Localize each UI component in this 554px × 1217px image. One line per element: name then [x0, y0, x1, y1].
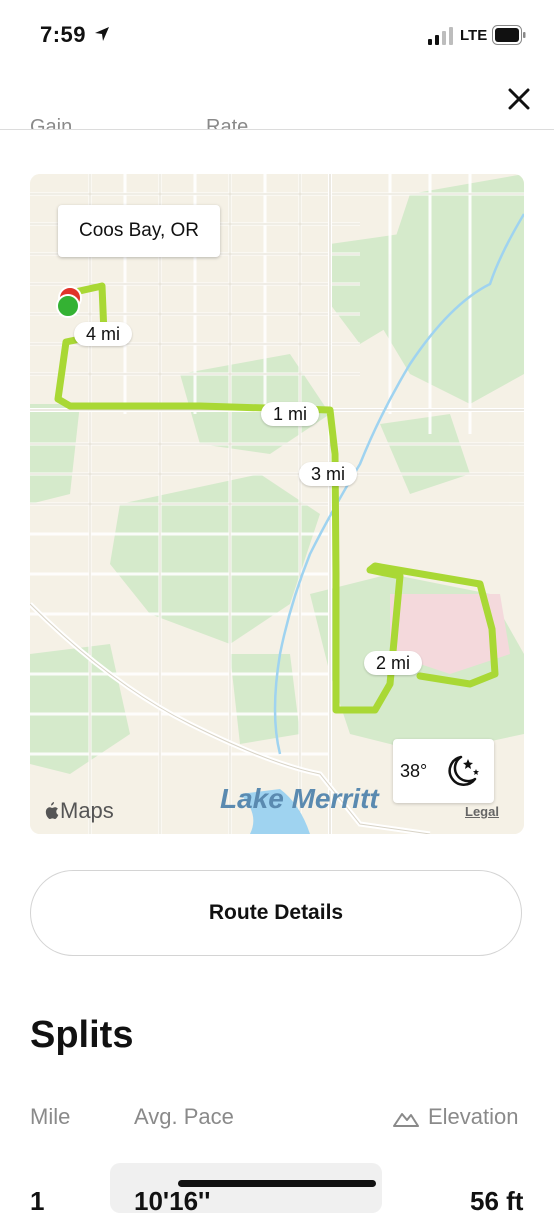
apple-maps-logo: Maps	[44, 798, 114, 824]
location-callout[interactable]: Coos Bay, OR	[58, 205, 220, 257]
clipped-stat-labels: Gain Rate	[30, 112, 430, 129]
split-row-pace: 10'16''	[134, 1186, 211, 1216]
split-row-mile: 1	[30, 1186, 45, 1216]
map-background	[30, 174, 524, 834]
home-indicator[interactable]	[178, 1180, 376, 1187]
weather-badge: 38°	[393, 739, 494, 803]
maps-logo-text: Maps	[60, 798, 114, 823]
moon-stars-icon	[448, 755, 479, 786]
mile-marker-3: 3 mi	[299, 462, 358, 486]
apple-logo-icon	[45, 802, 59, 820]
elevation-icon	[393, 1113, 419, 1127]
route-map[interactable]: Coos Bay, OR 4 mi 1 mi 3 mi 2 mi 38° Lak…	[30, 174, 524, 834]
splits-col-pace: Avg. Pace	[134, 1104, 234, 1129]
splits-col-elevation: Elevation	[428, 1104, 519, 1129]
status-time: 7:59	[40, 22, 87, 47]
header-divider	[0, 129, 554, 130]
weather-temperature: 38°	[400, 761, 428, 781]
splits-col-mile: Mile	[30, 1104, 71, 1129]
split-row-elevation: 56 ft	[470, 1186, 524, 1216]
status-bar: 7:59 LTE	[0, 0, 554, 70]
network-type: LTE	[460, 27, 488, 44]
route-details-button[interactable]: Route Details	[30, 870, 522, 956]
close-icon[interactable]	[504, 84, 534, 114]
battery-icon	[492, 25, 526, 45]
legal-link[interactable]: Legal	[465, 804, 499, 819]
location-arrow-icon	[95, 27, 109, 41]
splits-title: Splits	[30, 1014, 134, 1056]
mile-marker-4: 4 mi	[74, 322, 133, 346]
mile-marker-1: 1 mi	[261, 402, 320, 426]
rate-label: Rate	[206, 116, 249, 129]
mile-marker-2: 2 mi	[364, 651, 423, 675]
lake-label: Lake Merritt	[220, 783, 379, 814]
gain-label: Gain	[30, 116, 73, 129]
signal-icon	[428, 27, 453, 45]
